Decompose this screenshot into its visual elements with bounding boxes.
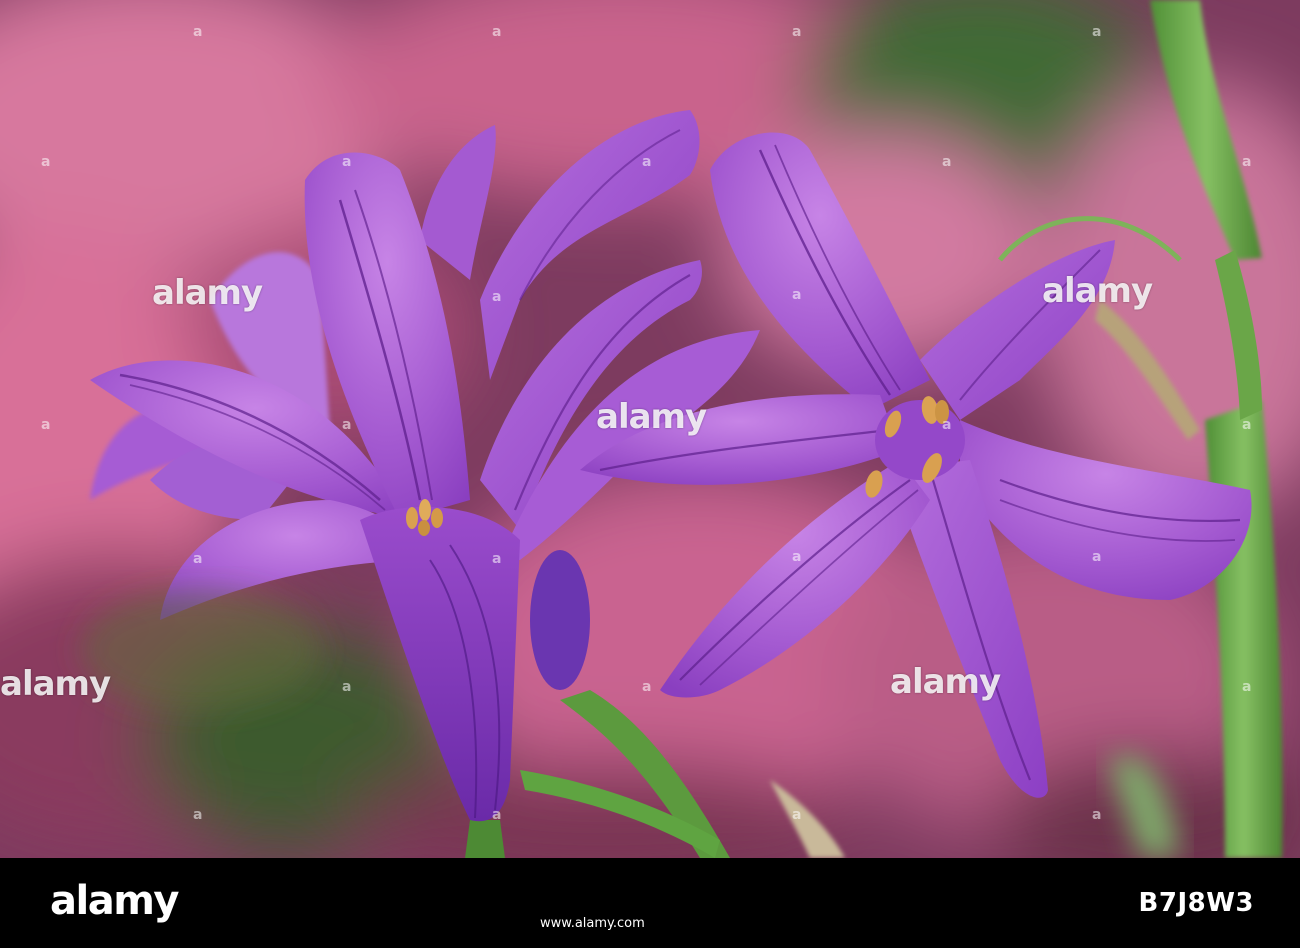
watermark-mark: a xyxy=(792,287,802,303)
watermark-mark: a xyxy=(1242,679,1252,695)
stock-photo-frame: alamy alamy alamy alamy alamy a a a a a … xyxy=(0,0,1300,948)
watermark-mark: a xyxy=(342,154,352,170)
foreground-blur xyxy=(80,590,320,710)
watermark-mark: a xyxy=(193,807,203,823)
watermark-mark: a xyxy=(492,551,502,567)
watermark-mark: a xyxy=(1092,549,1102,565)
footer-bar: alamy www.alamy.com B7J8W3 xyxy=(0,858,1300,948)
watermark-brand: alamy xyxy=(152,273,263,313)
flower-photo: alamy alamy alamy alamy alamy a a a a a … xyxy=(0,0,1300,858)
watermark-mark: a xyxy=(1242,154,1252,170)
watermark-mark: a xyxy=(1092,24,1102,40)
watermark-mark: a xyxy=(193,24,203,40)
watermark-mark: a xyxy=(642,679,652,695)
watermark-mark: a xyxy=(193,551,203,567)
footer-logo: alamy xyxy=(50,878,179,924)
watermark-mark: a xyxy=(1092,807,1102,823)
footer-url: www.alamy.com xyxy=(540,916,645,931)
watermark-brand: alamy xyxy=(596,397,707,437)
watermark-mark: a xyxy=(792,549,802,565)
watermark-mark: a xyxy=(642,154,652,170)
watermark-mark: a xyxy=(792,807,802,823)
watermark-mark: a xyxy=(342,679,352,695)
watermark-mark: a xyxy=(942,417,952,433)
watermark-mark: a xyxy=(41,154,51,170)
watermark-brand: alamy xyxy=(1042,271,1153,311)
watermark-brand: alamy xyxy=(0,664,111,704)
watermark-mark: a xyxy=(41,417,51,433)
watermark-brand: alamy xyxy=(890,662,1001,702)
image-id: B7J8W3 xyxy=(1138,888,1254,918)
watermark-mark: a xyxy=(342,417,352,433)
watermark-mark: a xyxy=(792,24,802,40)
watermark-mark: a xyxy=(942,154,952,170)
watermark-mark: a xyxy=(492,807,502,823)
watermark-mark: a xyxy=(1242,417,1252,433)
watermark-mark: a xyxy=(492,24,502,40)
watermark-mark: a xyxy=(492,289,502,305)
